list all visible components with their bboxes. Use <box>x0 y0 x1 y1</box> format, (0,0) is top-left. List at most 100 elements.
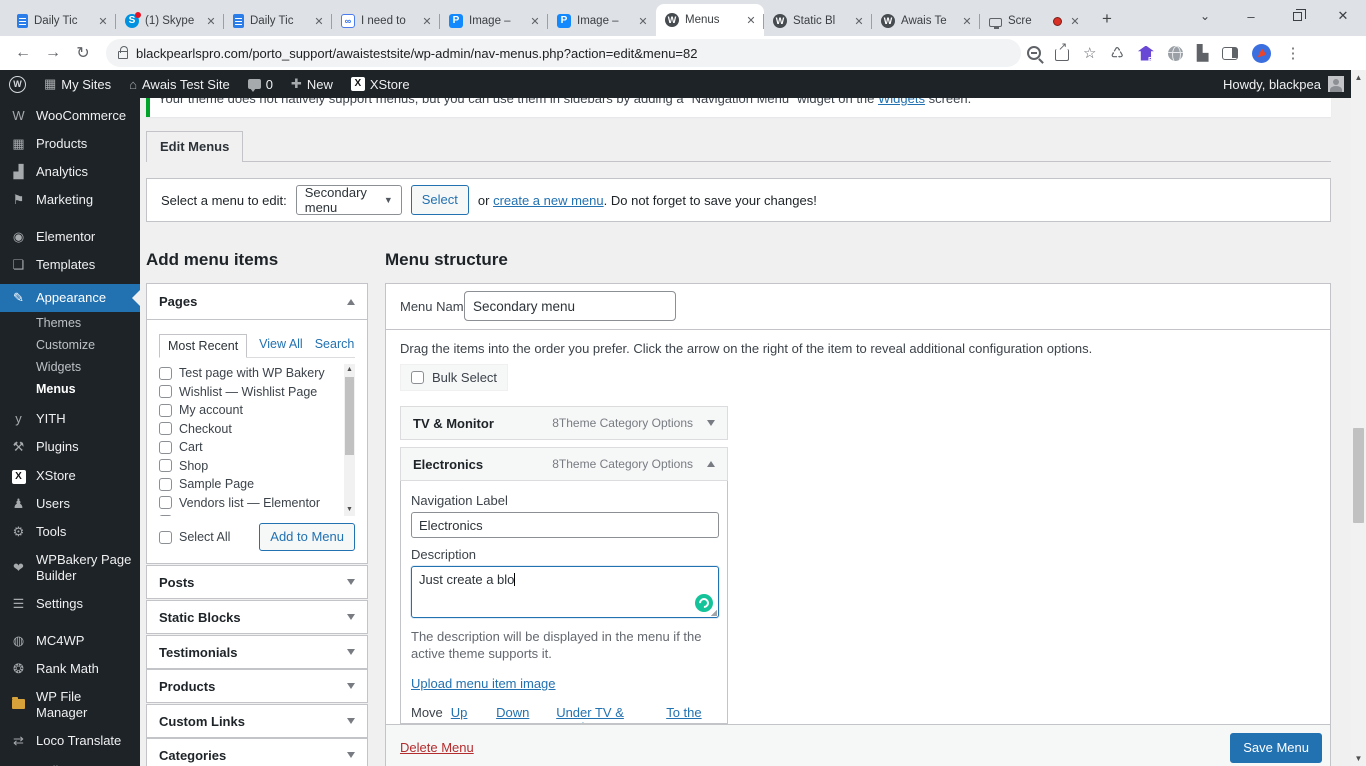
tab-close-icon[interactable]: ✕ <box>960 15 974 28</box>
share-icon[interactable] <box>1055 40 1069 61</box>
collapse-menu-button[interactable]: ◀Collapse menu <box>0 757 140 766</box>
scroll-down-icon[interactable]: ▼ <box>1351 751 1366 766</box>
accordion-static-blocks[interactable]: Static Blocks <box>146 600 368 634</box>
lock-icon[interactable] <box>118 46 128 59</box>
browser-menu-icon[interactable]: ⋮ <box>1285 44 1300 62</box>
delete-menu-link[interactable]: Delete Menu <box>400 740 474 755</box>
extension-badge-icon[interactable]: 52 <box>1137 45 1154 61</box>
collapse-up-icon[interactable] <box>347 298 355 305</box>
tab-close-icon[interactable]: ✕ <box>528 15 542 28</box>
checkbox[interactable] <box>159 514 172 516</box>
xstore-menu[interactable]: X XStore <box>342 70 419 98</box>
menu-select-dropdown[interactable]: Secondary menu ▼ <box>295 185 402 215</box>
tab-close-icon[interactable]: ✕ <box>204 15 218 28</box>
select-all-control[interactable]: Select All <box>159 530 230 544</box>
page-checkbox-row[interactable]: Test page with WP Bakery <box>159 364 341 383</box>
expand-icon[interactable] <box>707 420 715 426</box>
checkbox[interactable] <box>159 496 172 510</box>
tab-image-1[interactable]: P Image – ✕ <box>439 6 548 36</box>
move-down-one-link[interactable]: Down one <box>496 705 548 723</box>
description-textarea[interactable]: Just create a blo <box>411 566 719 618</box>
sidebar-item-xstore[interactable]: X XStore <box>0 461 140 490</box>
address-bar[interactable]: blackpearlspro.com/porto_support/awaiste… <box>106 39 1021 67</box>
resize-handle[interactable] <box>710 609 717 616</box>
accordion-categories[interactable]: Categories <box>146 738 368 766</box>
sidebar-item-yith[interactable]: y YITH <box>0 405 140 433</box>
my-sites-menu[interactable]: ▦ My Sites <box>35 70 120 98</box>
sidebar-item-products[interactable]: ▦ Products <box>0 130 140 158</box>
tab-screenshare[interactable]: Scre ✕ <box>979 6 1088 36</box>
tab-close-icon[interactable]: ✕ <box>420 15 434 28</box>
pages-panel-header[interactable]: Pages <box>147 284 367 320</box>
accordion-testimonials[interactable]: Testimonials <box>146 635 368 669</box>
url-text[interactable]: blackpearlspro.com/porto_support/awaiste… <box>136 46 697 61</box>
sidebar-item-marketing[interactable]: ⚑ Marketing <box>0 186 140 214</box>
bulk-select-control[interactable]: Bulk Select <box>400 364 509 391</box>
pages-list-scrollbar[interactable]: ▲ ▼ <box>344 364 355 516</box>
scroll-down-icon[interactable]: ▼ <box>344 504 355 516</box>
zoom-icon[interactable] <box>1027 46 1041 60</box>
tab-search-chevron-icon[interactable]: ⌄ <box>1182 9 1228 23</box>
tab-skype[interactable]: S (1) Skype ✕ <box>115 6 224 36</box>
tab-most-recent[interactable]: Most Recent <box>159 334 248 358</box>
checkbox[interactable] <box>159 477 172 491</box>
sidebar-item-users[interactable]: ♟ Users <box>0 490 140 518</box>
tab-close-icon[interactable]: ✕ <box>96 15 110 28</box>
tab-menus-active[interactable]: W Menus ✕ <box>656 4 764 36</box>
page-checkbox-row[interactable]: Cart <box>159 438 341 457</box>
sidebar-sub-customize[interactable]: Customize <box>0 334 140 356</box>
page-checkbox-row[interactable]: Wishlist — Wishlist Page <box>159 383 341 402</box>
site-name-menu[interactable]: ⌂ Awais Test Site <box>120 70 239 98</box>
tab-close-icon[interactable]: ✕ <box>312 15 326 28</box>
page-checkbox-row[interactable]: My account <box>159 401 341 420</box>
user-avatar[interactable] <box>1328 76 1344 92</box>
scroll-up-icon[interactable]: ▲ <box>1351 70 1366 85</box>
accordion-products[interactable]: Products <box>146 669 368 703</box>
tab-close-icon[interactable]: ✕ <box>1068 15 1082 28</box>
recycle-extension-icon[interactable]: ♺ <box>1110 44 1123 62</box>
menu-item-electronics[interactable]: Electronics 8Theme Category Options <box>400 447 728 481</box>
browser-profile-avatar[interactable] <box>1252 43 1272 63</box>
checkbox[interactable] <box>159 385 172 399</box>
sidebar-sub-menus[interactable]: Menus <box>0 378 140 400</box>
page-scrollbar[interactable]: ▲ ▼ <box>1351 70 1366 766</box>
page-checkbox-row[interactable]: Vendors list — Elementor <box>159 494 341 513</box>
tab-close-icon[interactable]: ✕ <box>636 15 650 28</box>
new-content-menu[interactable]: ✚ New <box>282 70 342 98</box>
widgets-link[interactable]: Widgets <box>878 98 925 106</box>
select-button[interactable]: Select <box>410 185 469 215</box>
move-to-top-link[interactable]: To the top <box>666 705 717 723</box>
menu-name-input[interactable] <box>464 291 676 321</box>
checkbox[interactable] <box>159 459 172 473</box>
checkbox[interactable] <box>159 366 172 380</box>
sidebar-item-elementor[interactable]: ◉ Elementor <box>0 223 140 251</box>
move-under-tv-monitor-link[interactable]: Under TV & Monitor <box>556 705 658 723</box>
checkbox[interactable] <box>159 422 172 436</box>
sidebar-item-woocommerce[interactable]: W WooCommerce <box>0 102 140 130</box>
page-checkbox-row[interactable]: Sample Page <box>159 475 341 494</box>
accordion-custom-links[interactable]: Custom Links <box>146 704 368 738</box>
close-window-button[interactable]: ✕ <box>1320 8 1366 24</box>
tab-static-blocks[interactable]: W Static Bl ✕ <box>763 6 872 36</box>
page-checkbox-row-partial[interactable] <box>159 512 341 516</box>
checkbox[interactable] <box>159 403 172 417</box>
bulk-select-checkbox[interactable] <box>411 371 424 384</box>
sidebar-item-wpbakery[interactable]: ❤ WPBakery Page Builder <box>0 546 140 590</box>
sidebar-sub-widgets[interactable]: Widgets <box>0 356 140 378</box>
create-new-menu-link[interactable]: create a new menu <box>493 193 604 208</box>
sidebar-item-rank-math[interactable]: ❂ Rank Math <box>0 655 140 683</box>
bookmark-star-icon[interactable]: ☆ <box>1083 44 1096 62</box>
side-panel-icon[interactable] <box>1222 46 1239 60</box>
sidebar-item-appearance[interactable]: ✎ Appearance <box>0 284 140 312</box>
move-up-one-link[interactable]: Up one <box>451 705 488 723</box>
navigation-label-input[interactable] <box>411 512 719 538</box>
sidebar-item-loco-translate[interactable]: ⇄ Loco Translate <box>0 727 140 755</box>
collapse-icon[interactable] <box>707 461 715 467</box>
back-icon[interactable]: ← <box>8 44 38 62</box>
sidebar-item-analytics[interactable]: ▟ Analytics <box>0 158 140 186</box>
tab-awais[interactable]: W Awais Te ✕ <box>871 6 980 36</box>
restore-button[interactable] <box>1274 8 1320 24</box>
reload-icon[interactable]: ↻ <box>68 43 98 63</box>
add-to-menu-button[interactable]: Add to Menu <box>259 523 355 551</box>
sidebar-item-templates[interactable]: ❏ Templates <box>0 251 140 279</box>
